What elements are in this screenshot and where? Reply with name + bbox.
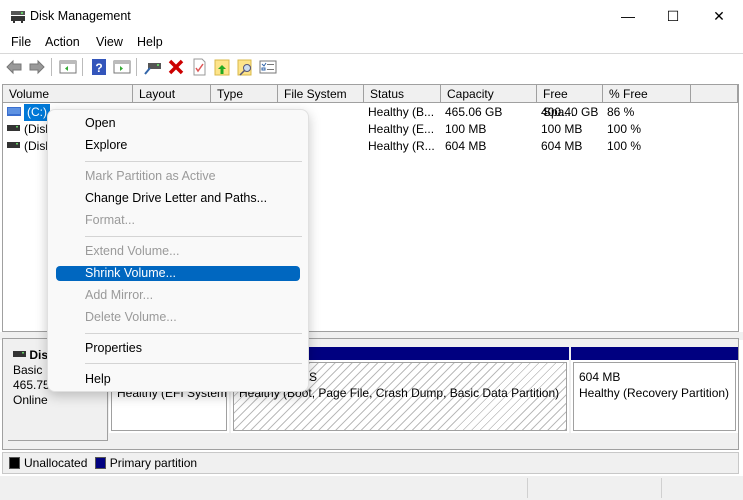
partition-body: 604 MB Healthy (Recovery Partition) — [573, 362, 736, 431]
menu-separator — [85, 161, 302, 162]
partition-status: Healthy (Recovery Partition) — [579, 386, 730, 400]
unallocated-swatch — [9, 457, 20, 469]
menu-item-explore[interactable]: Explore — [56, 138, 300, 153]
show-hide-console-tree-icon[interactable] — [59, 58, 77, 76]
column-header-empty — [691, 85, 738, 103]
column-header-type[interactable]: Type — [211, 85, 278, 103]
back-icon[interactable] — [5, 58, 23, 76]
column-header-status[interactable]: Status — [364, 85, 441, 103]
status-bar — [0, 476, 743, 500]
menu-help[interactable]: Help — [137, 35, 163, 49]
legend: Unallocated Primary partition — [2, 452, 739, 474]
maximize-icon: ☐ — [666, 7, 680, 24]
menu-file[interactable]: File — [11, 35, 31, 49]
window-title: Disk Management — [30, 9, 131, 23]
menu-item-delete-volume: Delete Volume... — [85, 310, 177, 324]
menu-item-add-mirror: Add Mirror... — [85, 288, 154, 302]
menu-item-mark-active: Mark Partition as Active — [85, 169, 216, 183]
menu-separator — [85, 363, 302, 364]
close-button[interactable]: ✕ — [696, 0, 742, 32]
column-header-free-space[interactable]: Free Spa... — [537, 85, 603, 119]
column-header-percent-free[interactable]: % Free — [603, 85, 691, 103]
column-header-volume[interactable]: Volume — [3, 85, 133, 103]
show-hide-action-pane-icon[interactable] — [113, 58, 131, 76]
column-header-layout[interactable]: Layout — [133, 85, 211, 103]
column-header-capacity[interactable]: Capacity — [441, 85, 537, 103]
legend-label: Primary partition — [109, 456, 198, 470]
menu-bar: File Action View Help — [0, 32, 743, 54]
title-bar: Disk Management — ☐ ✕ — [0, 0, 743, 32]
status-divider — [661, 478, 662, 498]
menu-item-open[interactable]: Open — [56, 116, 300, 131]
disk-drive-icon — [13, 351, 26, 357]
disk-management-icon — [11, 11, 25, 23]
toolbar-separator — [82, 58, 83, 76]
connect-drive-icon[interactable] — [144, 58, 162, 76]
column-header-file-system[interactable]: File System — [278, 85, 364, 103]
folder-up-icon[interactable] — [213, 58, 231, 76]
maximize-button[interactable]: ☐ — [650, 0, 696, 32]
menu-separator — [85, 333, 302, 334]
menu-item-help[interactable]: Help — [56, 372, 300, 387]
volume-icon — [7, 107, 21, 116]
delete-icon[interactable] — [167, 58, 185, 76]
primary-partition-bar — [571, 347, 738, 360]
toolbar-separator — [51, 58, 52, 76]
disk-state: Online — [13, 393, 48, 407]
primary-partition-swatch — [94, 457, 106, 469]
cell-capacity: 465.06 GB — [445, 105, 503, 119]
disk-drive-icon — [7, 142, 20, 148]
partition-recovery[interactable]: 604 MB Healthy (Recovery Partition) — [571, 347, 738, 433]
disk-drive-icon — [7, 125, 20, 131]
partition-size: 604 MB — [579, 370, 621, 384]
properties-list-icon[interactable] — [259, 58, 277, 76]
svg-text:?: ? — [95, 61, 102, 75]
cell-status: Healthy (R... — [368, 139, 435, 153]
status-divider — [527, 478, 528, 498]
cell-percent-free: 100 % — [607, 122, 642, 136]
folder-search-icon[interactable] — [236, 58, 254, 76]
legend-label: Unallocated — [24, 456, 88, 470]
forward-icon[interactable] — [28, 58, 46, 76]
cell-free-space: 604 MB — [541, 139, 583, 153]
close-icon: ✕ — [713, 7, 725, 24]
disk-name: Dis — [29, 348, 49, 362]
cell-free-space: 100 MB — [541, 122, 583, 136]
menu-separator — [85, 236, 302, 237]
menu-view[interactable]: View — [96, 35, 123, 49]
toolbar: ? — [0, 54, 743, 80]
toolbar-separator — [136, 58, 137, 76]
legend-item-primary: Primary partition — [91, 456, 197, 470]
legend-item-unallocated: Unallocated — [3, 456, 87, 470]
minimize-icon: — — [621, 8, 635, 24]
cell-percent-free: 100 % — [607, 139, 642, 153]
cell-status: Healthy (B... — [368, 105, 435, 119]
cell-status: Healthy (E... — [368, 122, 435, 136]
menu-item-properties[interactable]: Properties — [56, 341, 300, 356]
cell-free-space: 400.40 GB — [541, 105, 599, 119]
help-icon[interactable]: ? — [90, 58, 108, 76]
menu-item-extend-volume: Extend Volume... — [85, 244, 180, 258]
menu-item-change-drive-letter[interactable]: Change Drive Letter and Paths... — [56, 191, 300, 206]
check-icon[interactable] — [190, 58, 208, 76]
cell-percent-free: 86 % — [607, 105, 635, 119]
menu-item-shrink-volume[interactable]: Shrink Volume... — [56, 266, 300, 281]
minimize-button[interactable]: — — [605, 0, 651, 32]
context-menu: Open Explore Mark Partition as Active Ch… — [47, 109, 309, 392]
menu-item-format: Format... — [85, 213, 136, 227]
menu-action[interactable]: Action — [45, 35, 80, 49]
cell-capacity: 100 MB — [445, 122, 487, 136]
cell-capacity: 604 MB — [445, 139, 487, 153]
